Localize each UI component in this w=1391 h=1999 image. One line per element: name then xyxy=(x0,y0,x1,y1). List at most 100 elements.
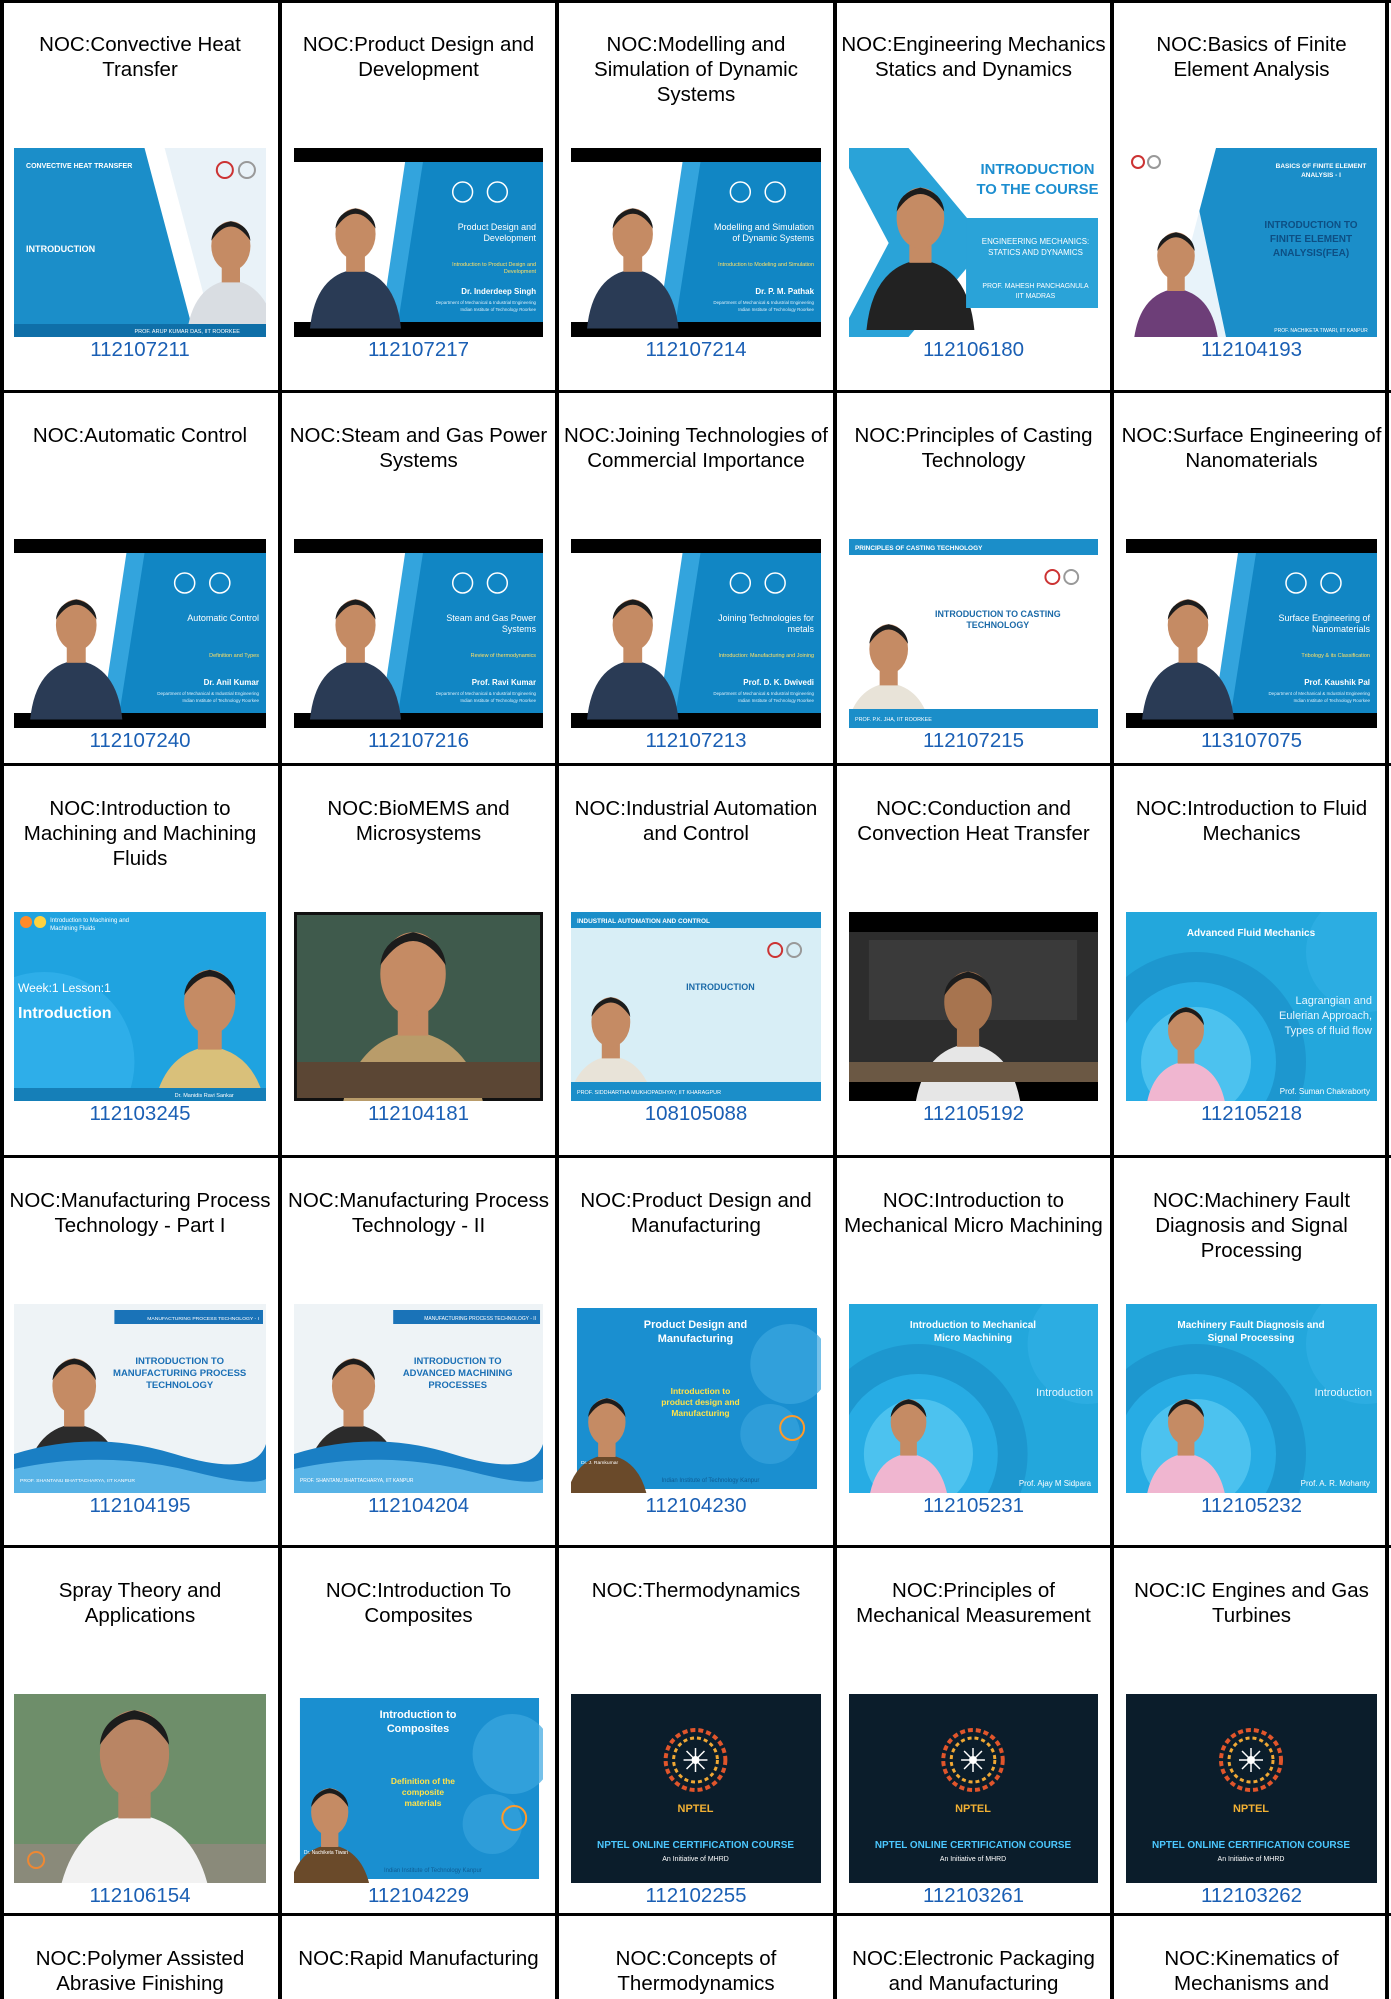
course-thumbnail[interactable]: INDUSTRIAL AUTOMATION AND CONTROL INTROD… xyxy=(571,912,821,1101)
course-title: NOC:Introduction To Composites xyxy=(325,1579,512,1627)
course-title: NOC:Kinematics of Mechanisms and xyxy=(1164,1947,1339,1995)
grid-divider-vertical xyxy=(1110,0,1114,1999)
course-thumbnail[interactable]: MANUFACTURING PROCESS TECHNOLOGY - II IN… xyxy=(294,1304,543,1493)
thumbnail-image: NPTEL NPTEL ONLINE CERTIFICATION COURSE … xyxy=(1126,1694,1377,1883)
course-code-link[interactable]: 112105192 xyxy=(835,1101,1112,1127)
course-code-link[interactable]: 112103262 xyxy=(1112,1883,1391,1909)
course-code-link[interactable]: 112106180 xyxy=(835,337,1112,363)
svg-text:Department of Mechanical & Ind: Department of Mechanical & Industrial En… xyxy=(157,691,259,696)
course-code-link[interactable]: 112104181 xyxy=(280,1101,557,1127)
grid-divider-vertical xyxy=(555,0,559,1999)
course-thumbnail[interactable]: Surface Engineering of Nanomaterials Trib… xyxy=(1126,539,1377,728)
course-thumbnail[interactable]: Joining Technologies for metals Introduct… xyxy=(571,539,821,728)
thumbnail-image: CONVECTIVE HEAT TRANSFER INTRODUCTION PR… xyxy=(14,148,266,337)
course-title: NOC:Joining Technologies of Commercial I… xyxy=(564,424,828,472)
course-card: NOC:Introduction to Machining and Machin… xyxy=(0,764,280,1156)
course-title: NOC:Machinery Fault Diagnosis and Signal… xyxy=(1152,1189,1351,1262)
course-code-link[interactable]: 112107214 xyxy=(557,337,835,363)
course-thumbnail[interactable]: Introduction to Machining and Machining F… xyxy=(14,912,266,1101)
course-code-link[interactable]: 112104230 xyxy=(557,1493,835,1519)
course-thumbnail[interactable]: INTRODUCTION TO THE COURSE ENGINEERING ME… xyxy=(849,148,1098,337)
thumbnail-image: Advanced Fluid Mechanics Lagrangian and E… xyxy=(1126,912,1377,1101)
course-thumbnail[interactable]: PRINCIPLES OF CASTING TECHNOLOGY INTRODU… xyxy=(849,539,1098,728)
course-thumbnail[interactable] xyxy=(294,912,543,1101)
svg-text:Indian Institute of Technology: Indian Institute of Technology Roorkee xyxy=(738,698,814,703)
course-card: NOC:BioMEMS and Microsystems 112104181 xyxy=(280,764,557,1156)
course-code-link[interactable]: 112106154 xyxy=(0,1883,280,1909)
thumbnail-image: Introduction to Machining and Machining F… xyxy=(14,912,266,1101)
svg-text:Introduction toproduct design: Introduction to product design and Manufac… xyxy=(661,1386,739,1418)
course-card: NOC:Machinery Fault Diagnosis and Signal… xyxy=(1112,1156,1391,1546)
course-thumbnail[interactable]: BASICS OF FINITE ELEMENT ANALYSIS - I INT… xyxy=(1126,148,1377,337)
course-code-link[interactable]: 112102255 xyxy=(557,1883,835,1909)
course-thumbnail[interactable]: Steam and Gas Power Systems Review of the… xyxy=(294,539,543,728)
course-thumbnail[interactable]: Modelling and Simulation of Dynamic Syste… xyxy=(571,148,821,337)
thumbnail-image: Product Design and Manufacturing Introduc… xyxy=(571,1304,821,1493)
course-thumbnail[interactable]: Introduction to Composites Definition of … xyxy=(294,1694,543,1883)
svg-text:Dr. Manidis Ravi Sankar: Dr. Manidis Ravi Sankar xyxy=(175,1093,234,1099)
course-code-link[interactable]: 112107217 xyxy=(280,337,557,363)
course-card: NOC:Surface Engineering of Nanomaterials… xyxy=(1112,391,1391,764)
thumbnail-image: MANUFACTURING PROCESS TECHNOLOGY - I INT… xyxy=(14,1304,266,1493)
course-code-link[interactable]: 112104195 xyxy=(0,1493,280,1519)
course-code-link[interactable]: 112107216 xyxy=(280,728,557,754)
course-thumbnail[interactable]: Product Design and Manufacturing Introduc… xyxy=(571,1304,821,1493)
thumbnail-image xyxy=(14,1694,266,1883)
course-thumbnail[interactable]: NPTEL NPTEL ONLINE CERTIFICATION COURSE … xyxy=(1126,1694,1377,1883)
svg-text:NPTEL ONLINE CERTIFICATION COU: NPTEL ONLINE CERTIFICATION COURSE xyxy=(875,1840,1072,1851)
svg-text:Prof. A. R. Mohanty: Prof. A. R. Mohanty xyxy=(1301,1479,1370,1488)
course-card: NOC:Manufacturing Process Technology - I… xyxy=(280,1156,557,1546)
course-code-link[interactable]: 112107211 xyxy=(0,337,280,363)
course-code-link[interactable]: 112107215 xyxy=(835,728,1112,754)
svg-text:Advanced Fluid Mechanics: Advanced Fluid Mechanics xyxy=(1187,928,1316,939)
svg-text:Indian Institute of Technology: Indian Institute of Technology Kanpur xyxy=(661,1478,759,1484)
course-grid: NOC:Convective Heat Transfer CONVECTIVE … xyxy=(0,0,1391,1999)
course-code-link[interactable]: 112107240 xyxy=(0,728,280,754)
course-code-link[interactable]: 108105088 xyxy=(557,1101,835,1127)
course-title: NOC:IC Engines and Gas Turbines xyxy=(1134,1579,1369,1627)
course-title: NOC:Polymer Assisted Abrasive Finishing xyxy=(35,1947,245,1995)
course-code-link[interactable]: 112104229 xyxy=(280,1883,557,1909)
course-code-link[interactable]: 112105232 xyxy=(1112,1493,1391,1519)
course-thumbnail[interactable]: Introduction to Mechanical Micro Machinin… xyxy=(849,1304,1098,1493)
course-thumbnail[interactable]: Product Design and Development Introducti… xyxy=(294,148,543,337)
thumbnail-image: MANUFACTURING PROCESS TECHNOLOGY - II IN… xyxy=(294,1304,543,1493)
course-thumbnail[interactable]: MANUFACTURING PROCESS TECHNOLOGY - I INT… xyxy=(14,1304,266,1493)
thumbnail-image: Product Design and Development Introducti… xyxy=(294,148,543,337)
course-code-link[interactable]: 112104193 xyxy=(1112,337,1391,363)
course-card: NOC:Introduction to Mechanical Micro Mac… xyxy=(835,1156,1112,1546)
course-thumbnail[interactable]: Machinery Fault Diagnosis and Signal Proc… xyxy=(1126,1304,1377,1493)
thumbnail-image: NPTEL NPTEL ONLINE CERTIFICATION COURSE … xyxy=(849,1694,1098,1883)
thumbnail-image: Surface Engineering of Nanomaterials Trib… xyxy=(1126,539,1377,728)
course-title: NOC:Product Design and Manufacturing xyxy=(580,1189,812,1237)
svg-text:Indian Institute of Technology: Indian Institute of Technology Roorkee xyxy=(460,307,536,312)
svg-text:An Initiative of MHRD: An Initiative of MHRD xyxy=(1218,1856,1285,1863)
course-card: NOC:Convective Heat Transfer CONVECTIVE … xyxy=(0,0,280,391)
svg-text:Introduction: Manufacturing an: Introduction: Manufacturing and Joining xyxy=(718,653,814,659)
course-card: NOC:Manufacturing Process Technology - P… xyxy=(0,1156,280,1546)
course-thumbnail[interactable] xyxy=(849,912,1098,1101)
course-card: NOC:Product Design and Manufacturing Pro… xyxy=(557,1156,835,1546)
course-thumbnail[interactable]: NPTEL NPTEL ONLINE CERTIFICATION COURSE … xyxy=(571,1694,821,1883)
course-thumbnail[interactable]: NPTEL NPTEL ONLINE CERTIFICATION COURSE … xyxy=(849,1694,1098,1883)
svg-text:Department of Mechanical & Ind: Department of Mechanical & Industrial En… xyxy=(713,300,814,305)
svg-text:PRINCIPLES OF CASTING TECHNOLO: PRINCIPLES OF CASTING TECHNOLOGY xyxy=(855,545,983,552)
course-thumbnail[interactable]: Advanced Fluid Mechanics Lagrangian and E… xyxy=(1126,912,1377,1101)
course-code-link[interactable]: 113107075 xyxy=(1112,728,1391,754)
svg-text:Product Design andManufacturin: Product Design and Manufacturing xyxy=(644,1319,747,1345)
svg-text:INTRODUCTION: INTRODUCTION xyxy=(26,244,95,254)
course-thumbnail[interactable]: CONVECTIVE HEAT TRANSFER INTRODUCTION PR… xyxy=(14,148,266,337)
grid-divider-horizontal xyxy=(0,1913,1391,1916)
course-code-link[interactable]: 112103261 xyxy=(835,1883,1112,1909)
svg-text:Introduction to Modeling and S: Introduction to Modeling and Simulation xyxy=(718,262,814,268)
course-thumbnail[interactable] xyxy=(14,1694,266,1883)
course-card: NOC:Introduction To Composites Introduct… xyxy=(280,1546,557,1914)
course-code-link[interactable]: 112104204 xyxy=(280,1493,557,1519)
course-card: NOC:Product Design and Development Produ… xyxy=(280,0,557,391)
course-code-link[interactable]: 112103245 xyxy=(0,1101,280,1127)
course-code-link[interactable]: 112105218 xyxy=(1112,1101,1391,1127)
course-title: Spray Theory and Applications xyxy=(58,1579,222,1627)
course-thumbnail[interactable]: Automatic Control Definition and Types D… xyxy=(14,539,266,728)
course-code-link[interactable]: 112105231 xyxy=(835,1493,1112,1519)
course-code-link[interactable]: 112107213 xyxy=(557,728,835,754)
